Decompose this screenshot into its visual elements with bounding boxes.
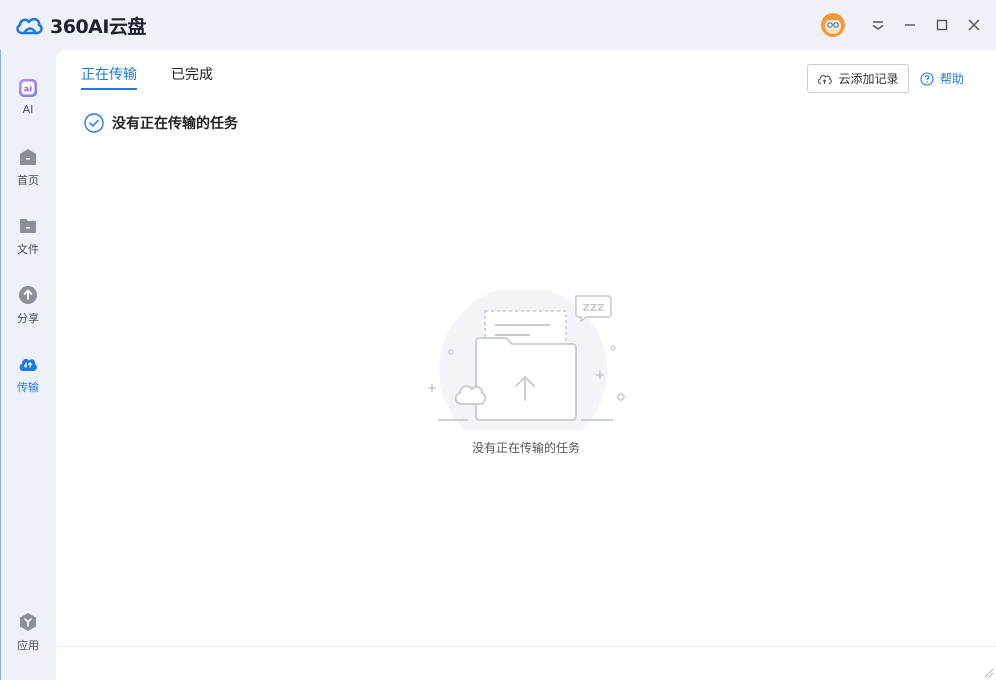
check-circle-icon: [84, 113, 104, 133]
sidebar-item-label: 首页: [17, 174, 39, 187]
main-panel: 正在传输 已完成 云添加记录 帮助 没有正在传输的任务 ZZZ 没有正在传输的任…: [56, 50, 996, 680]
sidebar-item-home[interactable]: 首页: [0, 143, 56, 193]
tab-completed[interactable]: 已完成: [171, 64, 213, 90]
close-icon[interactable]: [966, 17, 982, 33]
window-controls: [820, 12, 982, 38]
svg-text:ai: ai: [24, 85, 32, 94]
cloud-logo-icon: [16, 17, 43, 35]
tab-transferring[interactable]: 正在传输: [81, 64, 137, 90]
app-title: 360AI云盘: [50, 15, 146, 38]
folder-icon: [20, 219, 36, 233]
help-link[interactable]: 帮助: [920, 70, 964, 87]
help-icon: [920, 71, 934, 86]
sidebar-item-ai[interactable]: ai AI: [0, 74, 56, 124]
share-icon: [19, 286, 37, 304]
cloud-upload-icon: [818, 74, 833, 84]
sidebar-item-share[interactable]: 分享: [0, 281, 56, 331]
sidebar-item-label: 传输: [17, 381, 39, 394]
app-logo: 360AI云盘: [14, 12, 146, 38]
ai-icon: ai: [19, 79, 37, 97]
zzz-label: ZZZ: [583, 303, 605, 314]
status-line: 没有正在传输的任务: [84, 113, 238, 133]
sidebar-item-label: 应用: [17, 639, 39, 652]
sidebar-item-label: 文件: [17, 243, 39, 256]
cloud-add-records-button[interactable]: 云添加记录: [807, 64, 909, 93]
transfer-tabs: 正在传输 已完成: [81, 64, 213, 90]
sidebar-item-label: 分享: [17, 312, 39, 325]
status-heading: 没有正在传输的任务: [112, 116, 238, 132]
empty-state-message: 没有正在传输的任务: [471, 441, 580, 455]
help-label: 帮助: [940, 72, 965, 86]
empty-folder-illustration: ZZZ: [428, 290, 625, 430]
transfer-icon: [19, 358, 37, 371]
sidebar-item-label: AI: [22, 103, 34, 116]
sidebar: ai AI 首页 文件 分享 传输 应用: [0, 50, 56, 680]
sidebar-item-files[interactable]: 文件: [0, 212, 56, 262]
title-bar[interactable]: 360AI云盘: [0, 0, 996, 50]
bottom-divider: [56, 646, 996, 647]
user-avatar[interactable]: [820, 12, 846, 38]
maximize-icon[interactable]: [934, 17, 950, 33]
home-icon: [20, 149, 36, 165]
resize-grip-icon[interactable]: [982, 666, 994, 678]
window-left-border: [0, 50, 1, 680]
sidebar-item-apps[interactable]: 应用: [0, 608, 56, 658]
menu-icon[interactable]: [870, 17, 886, 33]
minimize-icon[interactable]: [902, 17, 918, 33]
apps-icon: [20, 613, 36, 631]
sidebar-item-transfer[interactable]: 传输: [0, 350, 56, 400]
cloud-add-records-label: 云添加记录: [838, 72, 899, 86]
